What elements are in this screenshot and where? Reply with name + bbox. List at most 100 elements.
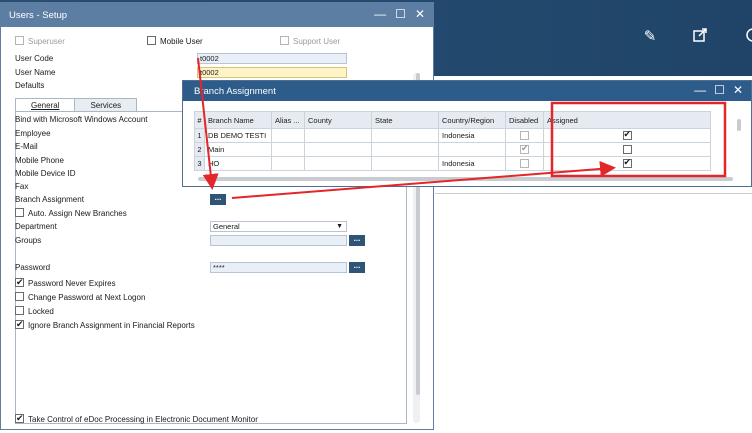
department-value: General bbox=[213, 222, 240, 231]
col-header-county[interactable]: County bbox=[304, 111, 372, 129]
disabled-cell bbox=[505, 156, 544, 171]
assigned-cell bbox=[543, 156, 711, 171]
locked-label: Locked bbox=[28, 307, 54, 316]
auto-assign-label: Auto. Assign New Branches bbox=[28, 209, 127, 218]
assigned-cell bbox=[543, 142, 711, 157]
defaults-label: Defaults bbox=[15, 81, 45, 90]
tab-general[interactable]: General bbox=[15, 98, 76, 112]
alias-cell bbox=[271, 142, 305, 157]
grid-vertical-scrollbar[interactable] bbox=[737, 119, 741, 131]
branch-name-cell: Main bbox=[204, 142, 272, 157]
password-never-expires-row[interactable]: Password Never Expires bbox=[15, 276, 116, 290]
disabled-cell bbox=[505, 128, 544, 143]
maximize-icon[interactable]: ☐ bbox=[395, 7, 406, 21]
assigned-checkbox[interactable] bbox=[622, 144, 632, 154]
user-code-field[interactable]: t0002 bbox=[197, 53, 347, 64]
mobile-phone-label: Mobile Phone bbox=[15, 156, 64, 165]
groups-field[interactable] bbox=[210, 235, 347, 246]
mobile-user-checkbox[interactable] bbox=[147, 36, 156, 45]
users-setup-window: Users - Setup — ☐ ✕ Superuser Mobile Use… bbox=[0, 2, 434, 430]
user-code-label: User Code bbox=[15, 54, 54, 63]
grid-header-row: # Branch Name Alias ... County State Cou… bbox=[194, 111, 711, 129]
branch-assignment-label: Branch Assignment bbox=[15, 195, 84, 204]
tab-bar: General Services bbox=[15, 98, 138, 112]
state-cell bbox=[371, 142, 439, 157]
auto-assign-row[interactable]: Auto. Assign New Branches bbox=[15, 208, 127, 220]
country-cell bbox=[438, 142, 506, 157]
mobile-user-checkbox-row[interactable]: Mobile User bbox=[147, 36, 203, 48]
row-number: 3 bbox=[194, 156, 205, 171]
password-label: Password bbox=[15, 263, 51, 272]
table-row[interactable]: 1 DB DEMO TESTI Indonesia bbox=[194, 128, 711, 143]
row-number: 2 bbox=[194, 142, 205, 157]
minimize-icon[interactable]: — bbox=[694, 83, 706, 97]
county-cell bbox=[304, 128, 372, 143]
support-user-checkbox-row[interactable]: Support User bbox=[280, 36, 340, 48]
branch-window-controls: — ☐ ✕ bbox=[694, 83, 743, 97]
close-icon[interactable]: ✕ bbox=[415, 7, 425, 21]
country-cell: Indonesia bbox=[438, 156, 506, 171]
superuser-checkbox[interactable] bbox=[15, 36, 24, 45]
col-header-country[interactable]: Country/Region bbox=[438, 111, 506, 129]
alias-cell bbox=[271, 156, 305, 171]
table-row[interactable]: 2 Main bbox=[194, 142, 711, 157]
password-browse-button[interactable]: ... bbox=[349, 262, 365, 273]
divider bbox=[435, 193, 752, 194]
col-header-num[interactable]: # bbox=[194, 111, 205, 129]
email-label: E-Mail bbox=[15, 142, 38, 151]
bind-windows-label: Bind with Microsoft Windows Account bbox=[15, 115, 148, 124]
ignore-branch-label: Ignore Branch Assignment in Financial Re… bbox=[28, 321, 195, 330]
col-header-alias[interactable]: Alias ... bbox=[271, 111, 305, 129]
password-never-expires-label: Password Never Expires bbox=[28, 279, 116, 288]
edoc-label: Take Control of eDoc Processing in Elect… bbox=[28, 415, 258, 424]
edoc-row[interactable]: Take Control of eDoc Processing in Elect… bbox=[15, 412, 258, 426]
col-header-state[interactable]: State bbox=[371, 111, 439, 129]
department-select[interactable]: General ▼ bbox=[210, 221, 347, 232]
branch-assignment-button[interactable]: ... bbox=[210, 194, 226, 205]
grid-horizontal-scrollbar[interactable] bbox=[198, 177, 733, 181]
superuser-checkbox-row[interactable]: Superuser bbox=[15, 36, 65, 48]
maximize-icon[interactable]: ☐ bbox=[714, 83, 725, 97]
branch-assignment-window: Branch Assignment — ☐ ✕ # Branch Name Al… bbox=[182, 80, 752, 187]
table-row[interactable]: 3 HO Indonesia bbox=[194, 156, 711, 171]
user-name-field[interactable]: t0002 bbox=[197, 67, 347, 78]
change-password-row[interactable]: Change Password at Next Logon bbox=[15, 292, 145, 304]
branch-window-title: Branch Assignment bbox=[194, 85, 276, 97]
branch-window-titlebar: Branch Assignment bbox=[183, 81, 751, 101]
ignore-branch-row[interactable]: Ignore Branch Assignment in Financial Re… bbox=[15, 318, 195, 332]
change-password-label: Change Password at Next Logon bbox=[28, 293, 146, 302]
export-icon[interactable] bbox=[690, 27, 710, 47]
ignore-branch-checkbox[interactable] bbox=[15, 318, 24, 330]
assigned-checkbox[interactable] bbox=[622, 130, 632, 140]
users-window-titlebar: Users - Setup bbox=[1, 3, 433, 27]
circle-icon[interactable] bbox=[742, 27, 752, 47]
department-label: Department bbox=[15, 222, 57, 231]
support-user-checkbox[interactable] bbox=[280, 36, 289, 45]
mobile-user-label: Mobile User bbox=[160, 37, 203, 46]
branch-grid: # Branch Name Alias ... County State Cou… bbox=[194, 111, 711, 171]
tab-services[interactable]: Services bbox=[74, 98, 138, 112]
assigned-checkbox[interactable] bbox=[622, 158, 632, 168]
locked-checkbox[interactable] bbox=[15, 306, 24, 315]
state-cell bbox=[371, 128, 439, 143]
change-password-checkbox[interactable] bbox=[15, 292, 24, 301]
chevron-down-icon: ▼ bbox=[336, 223, 343, 230]
mobile-device-label: Mobile Device ID bbox=[15, 169, 76, 178]
locked-row[interactable]: Locked bbox=[15, 306, 54, 318]
minimize-icon[interactable]: — bbox=[374, 7, 386, 21]
pencil-icon[interactable]: ✎ bbox=[640, 27, 660, 47]
disabled-checkbox bbox=[520, 158, 529, 168]
state-cell bbox=[371, 156, 439, 171]
password-field[interactable]: **** bbox=[210, 262, 347, 273]
groups-browse-button[interactable]: ... bbox=[349, 235, 365, 246]
superuser-label: Superuser bbox=[28, 37, 65, 46]
close-icon[interactable]: ✕ bbox=[733, 83, 743, 97]
edoc-checkbox[interactable] bbox=[15, 412, 24, 424]
col-header-disabled[interactable]: Disabled bbox=[505, 111, 544, 129]
col-header-assigned[interactable]: Assigned bbox=[543, 111, 711, 129]
col-header-branch-name[interactable]: Branch Name bbox=[204, 111, 272, 129]
password-never-expires-checkbox[interactable] bbox=[15, 276, 24, 288]
fax-label: Fax bbox=[15, 182, 29, 191]
auto-assign-checkbox[interactable] bbox=[15, 208, 24, 217]
county-cell bbox=[304, 156, 372, 171]
